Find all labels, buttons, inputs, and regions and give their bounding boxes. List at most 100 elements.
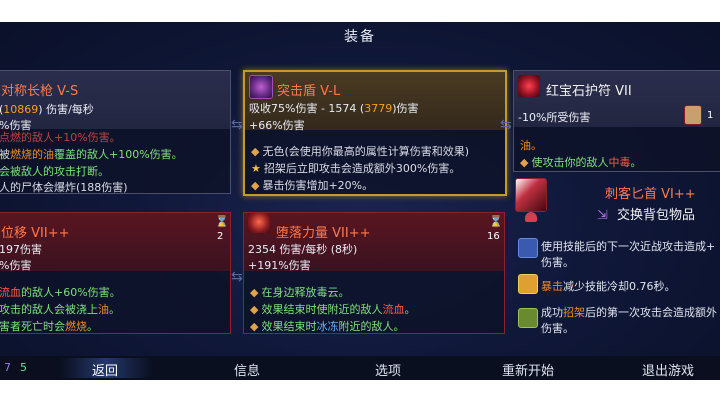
shield-icon — [249, 75, 273, 99]
effect-line-3: 会被敌人的攻击打断。 — [0, 165, 109, 178]
dagger-icon — [515, 178, 547, 212]
effect-text: 附近的敌人。 — [338, 320, 405, 333]
effect-keyword: 暴击 — [541, 280, 563, 293]
effect-keyword: 燃烧 — [65, 320, 87, 333]
effect-text: 。 — [109, 303, 120, 316]
diamond-bullet-icon: ◆ — [251, 179, 260, 192]
effect-row-1: 使用技能后的下一次近战攻击造成+ — [541, 240, 716, 253]
effect-row-1-line2: 伤害。 — [541, 256, 574, 269]
effect-line-2: 被燃烧的油覆盖的敌人+100%伤害。 — [0, 146, 183, 162]
cooldown-hourglass-icon: ⌛ — [215, 215, 229, 228]
cooldown-value: 16 — [487, 231, 500, 242]
item-card-assassin-dagger[interactable]: 刺客匕首 VI++ ⇲ 交换背包物品 使用技能后的下一次近战攻击造成+ 伤害。 … — [513, 176, 720, 336]
effect-text: 。 — [87, 320, 98, 333]
item-damage-pct: %伤害 — [0, 259, 32, 272]
swap-arrow-icon: ⇆ — [231, 117, 243, 133]
star-bullet-icon: ★ — [251, 162, 261, 175]
parry-icon — [518, 308, 538, 328]
diamond-bullet-icon: ◆ — [250, 320, 259, 333]
options-button[interactable]: 选项 — [375, 360, 401, 379]
item-damage-line: +66%伤害 — [249, 119, 305, 132]
effect-line-3: ◆ 效果结束时冰冻附近的敌人。 — [250, 318, 405, 333]
restart-button[interactable]: 重新开始 — [502, 360, 554, 379]
effect-text: 效果结束时使附近的敌人 — [261, 303, 383, 316]
item-card-weapon-spear[interactable]: 对称长枪 V-S (10869) 伤害/每秒 %伤害 点燃的敌人+10%伤害。 … — [0, 70, 231, 194]
effect-line-1: 点燃的敌人+10%伤害。 — [0, 131, 121, 144]
amulet-icon — [518, 75, 540, 97]
effect-text: 。 — [404, 303, 416, 316]
backpack-swap-icon: ⇲ — [597, 208, 608, 223]
item-dps-line: 2354 伤害/每秒 (8秒) — [248, 243, 358, 256]
effect-row-2: 暴击减少技能冷却0.76秒。 — [541, 278, 676, 294]
quit-game-button[interactable]: 退出游戏 — [642, 360, 694, 379]
item-name: 堕落力量 VII++ — [276, 226, 371, 241]
effect-line-3: ◆ 暴击伤害增加+20%。 — [251, 177, 373, 193]
version-number-a: 7 — [4, 361, 11, 374]
bottom-menu-bar: 7 5 返回 信息 选项 重新开始 退出游戏 — [0, 356, 720, 380]
effect-row-3: 成功招架后的第一次攻击会造成额外 — [541, 304, 717, 320]
item-card-assault-shield[interactable]: 突击盾 V-L 吸收75%伤害 - 1574 (3779)伤害 +66%伤害 ◆… — [243, 70, 507, 196]
effect-text: 覆盖的敌人+100%伤害。 — [54, 148, 183, 161]
effect-text: 无色(会使用你最高的属性计算伤害和效果) — [262, 145, 470, 158]
swap-arrow-icon: ⇆ — [500, 117, 512, 133]
item-card-skill-dash[interactable]: 位移 VII++ ⌛ 2 197伤害 %伤害 流血的敌人+60%伤害。 攻击的敌… — [0, 212, 231, 334]
effect-line-2: ★ 招架后立即攻击会造成额外300%伤害。 — [251, 160, 460, 176]
cooldown-hourglass-icon: ⌛ — [489, 215, 503, 228]
effect-line-1: 流血的敌人+60%伤害。 — [0, 284, 121, 300]
effect-text: 使攻击你的敌人 — [531, 156, 609, 169]
diamond-bullet-icon: ◆ — [251, 145, 260, 158]
crit-icon — [518, 274, 538, 294]
effect-text: 招架后立即攻击会造成额外300%伤害。 — [263, 162, 461, 175]
effect-keyword: 中毒 — [608, 156, 631, 169]
effect-text: 暴击伤害增加+20%。 — [262, 179, 374, 192]
effect-line-2: 攻击的敌人会被浇上油。 — [0, 301, 120, 317]
effect-text: 成功 — [541, 306, 563, 319]
item-card-ruby-amulet[interactable]: 红宝石护符 VII -10%所受伤害 1 油。 ◆ 使攻击你的敌人中毒。 — [513, 70, 720, 172]
dps-value: 10869 — [3, 103, 39, 116]
effect-text: 的敌人+60%伤害。 — [21, 286, 121, 299]
block-suffix: )伤害 — [392, 102, 419, 115]
diamond-bullet-icon: ◆ — [250, 303, 259, 316]
bottom-white-bar — [0, 380, 720, 404]
top-white-bar — [0, 0, 720, 22]
cooldown-value: 2 — [217, 231, 224, 242]
effect-keyword: 流血 — [0, 286, 21, 299]
item-count: 1 — [707, 110, 714, 121]
item-dps-line: (10869) 伤害/每秒 — [0, 101, 94, 117]
swap-backpack-button[interactable]: ⇲ 交换背包物品 — [597, 204, 695, 223]
dps-suffix: ) 伤害/每秒 — [38, 103, 94, 116]
skill-buff-icon — [518, 238, 538, 258]
effect-text: 害者死亡时会 — [0, 320, 65, 333]
item-name: 刺客匕首 VI++ — [605, 187, 696, 202]
info-button[interactable]: 信息 — [234, 360, 260, 379]
effect-keyword: 油 — [98, 303, 109, 316]
item-card-skill-corrupted-power[interactable]: 堕落力量 VII++ ⌛ 16 2354 伤害/每秒 (8秒) +191%伤害 … — [243, 212, 505, 334]
effect-line-1: ◆ 在身边释放毒云。 — [250, 284, 349, 300]
effect-line-3: 害者死亡时会燃烧。 — [0, 318, 98, 333]
item-block-line: 吸收75%伤害 - 1574 (3779)伤害 — [249, 100, 419, 116]
scroll-icon — [684, 105, 702, 125]
version-number-b: 5 — [20, 361, 27, 374]
item-stat-line: -10%所受伤害 — [518, 111, 591, 124]
skull-icon — [525, 212, 537, 222]
item-name: 红宝石护符 VII — [546, 84, 632, 99]
item-name: 位移 VII++ — [1, 226, 70, 241]
effect-text: 被 — [0, 148, 10, 161]
effect-text: 在身边释放毒云。 — [261, 286, 350, 299]
effect-text: 攻击的敌人会被浇上 — [0, 303, 98, 316]
item-damage-pct: +191%伤害 — [248, 259, 311, 272]
effect-line-2: ◆ 效果结束时使附近的敌人流血。 — [250, 301, 415, 317]
item-name: 对称长枪 V-S — [1, 84, 79, 99]
game-inventory-screen: 装备 对称长枪 V-S (10869) 伤害/每秒 %伤害 点燃的敌人+10%伤… — [0, 0, 720, 404]
swap-label: 交换背包物品 — [617, 208, 696, 223]
block-text: 吸收75%伤害 - 1574 ( — [249, 102, 365, 115]
back-button[interactable]: 返回 — [92, 360, 118, 379]
effect-text: 减少技能冷却0.76秒。 — [563, 280, 676, 293]
diamond-bullet-icon: ◆ — [250, 286, 259, 299]
effect-keyword: 冰冻 — [316, 320, 339, 333]
effect-row-3-line2: 伤害。 — [541, 322, 574, 335]
effect-text: 。 — [630, 156, 642, 169]
effect-text: 效果结束时 — [261, 320, 317, 333]
item-damage-line: 197伤害 — [0, 243, 42, 256]
corrupted-power-icon — [248, 213, 270, 233]
